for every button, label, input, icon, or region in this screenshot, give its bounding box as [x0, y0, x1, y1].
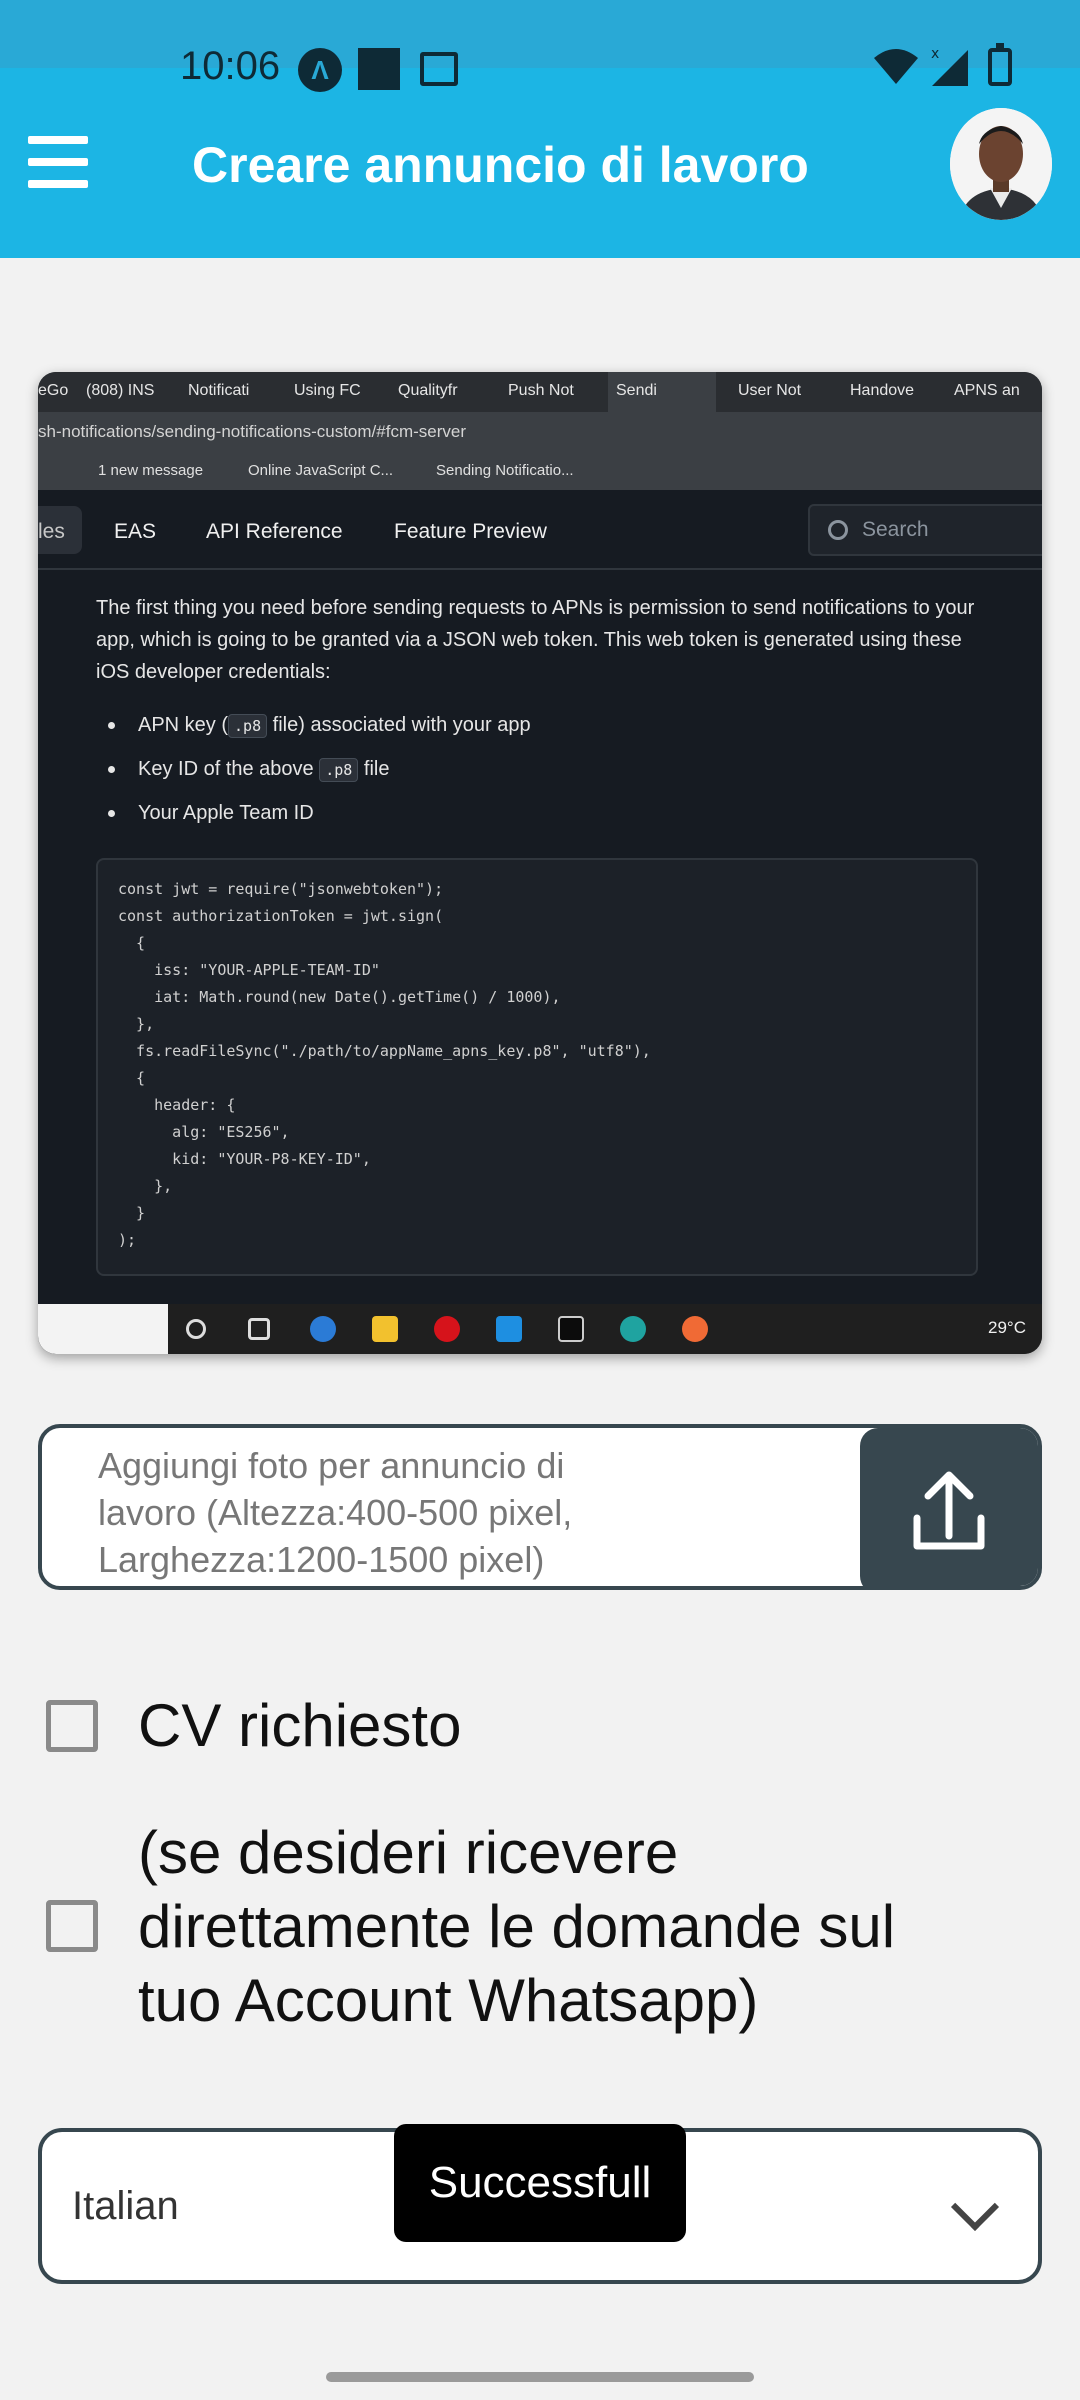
upload-button[interactable] [860, 1428, 1038, 1586]
vscode-icon [496, 1316, 522, 1342]
terminal-icon [558, 1316, 584, 1342]
docs-nav-item: Feature Preview [394, 520, 547, 543]
docs-nav-item: EAS [114, 520, 157, 543]
docs-bullet: APN key (.p8 file) associated with your … [96, 710, 996, 740]
bullet-text: file) associated with your app [267, 714, 531, 736]
cv-required-checkbox[interactable] [46, 1700, 98, 1752]
file-explorer-icon [372, 1316, 398, 1342]
browser-tab-strip: eGo (808) INS Notificati Using FC Qualit… [38, 372, 1042, 412]
code-line: { [118, 934, 146, 952]
cortana-icon [186, 1319, 206, 1339]
browser-tab: Push Not [508, 382, 574, 399]
edge-icon [620, 1316, 646, 1342]
app-header: 10:06 Λ x Creare annuncio di lavoro [0, 0, 1080, 258]
code-line: ); [118, 1231, 137, 1249]
docs-nav-active: les [38, 506, 82, 554]
docs-navigation: les EAS API Reference Feature Preview Se… [38, 490, 1042, 570]
bullet-text: APN key ( [138, 714, 229, 736]
success-toast: Successfull [394, 2124, 686, 2242]
square-notification-icon [358, 48, 400, 90]
browser-tab: APNS an [954, 382, 1020, 399]
browser-tab: Qualityfr [398, 382, 458, 399]
browser-tab: Handove [850, 382, 915, 399]
code-block: const jwt = require("jsonwebtoken"); cons… [96, 858, 978, 1276]
bookmark-item: 1 new message [98, 462, 204, 479]
browser-url-bar: sh-notifications/sending-notifications-c… [38, 412, 1042, 452]
inline-code: .p8 [319, 758, 359, 782]
gesture-navigation-bar [0, 2354, 1080, 2400]
code-line: iss: "YOUR-APPLE-TEAM-ID" [118, 961, 380, 979]
code-line: }, [118, 1177, 173, 1195]
code-line: header: { [118, 1096, 236, 1114]
home-indicator[interactable] [326, 2372, 754, 2382]
docs-nav-item: API Reference [206, 520, 343, 543]
page-title: Creare annuncio di lavoro [192, 137, 809, 193]
code-line: }, [118, 1015, 155, 1033]
opera-icon [434, 1316, 460, 1342]
windows-taskbar: 29°C [38, 1304, 1042, 1354]
avatar[interactable] [950, 108, 1052, 220]
browser-tab: eGo [38, 382, 69, 399]
code-line: kid: "YOUR-P8-KEY-ID", [118, 1150, 371, 1168]
image-notification-icon [420, 52, 458, 86]
upload-icon [913, 1471, 985, 1550]
signal-icon: x [931, 46, 968, 86]
whatsapp-label: (se desideri ricevere direttamente le do… [138, 1819, 896, 2034]
cv-required-label: CV richiesto [138, 1692, 462, 1759]
photo-upload-field[interactable]: Aggiungi foto per annuncio di lavoro (Al… [38, 1424, 1042, 1590]
browser-tab: Using FC [294, 382, 361, 399]
code-line: alg: "ES256", [118, 1123, 290, 1141]
taskbar-search-area [38, 1304, 168, 1354]
docs-paragraph: The first thing you need before sending … [96, 597, 975, 683]
docs-bullet: Key ID of the above .p8 file [96, 754, 996, 784]
store-icon [310, 1316, 336, 1342]
docs-search-placeholder: Search [862, 518, 929, 541]
docs-bullet-list: APN key (.p8 file) associated with your … [96, 710, 996, 842]
docs-search: Search [808, 504, 1042, 556]
chevron-down-icon [950, 2182, 1000, 2232]
menu-button[interactable] [28, 136, 88, 188]
browser-tab: (808) INS [86, 382, 155, 399]
bullet-text: file [358, 758, 390, 780]
code-line: const jwt = require("jsonwebtoken"); [118, 880, 444, 898]
bullet-text: Key ID of the above [138, 758, 320, 780]
app-notification-icon: Λ [298, 48, 342, 92]
browser-tab: User Not [738, 382, 802, 399]
docs-bullet: Your Apple Team ID [96, 798, 996, 828]
browser-tab-active: Sendi [608, 372, 716, 412]
search-icon [828, 520, 848, 540]
uploaded-screenshot-preview: eGo (808) INS Notificati Using FC Qualit… [38, 372, 1042, 1354]
code-line: iat: Math.round(new Date().getTime() / 1… [118, 988, 561, 1006]
battery-icon [988, 43, 1012, 86]
avatar-image [950, 108, 1052, 220]
bookmark-item: Sending Notificatio... [436, 462, 574, 479]
bullet-text: Your Apple Team ID [138, 802, 314, 824]
svg-text:x: x [931, 46, 939, 62]
wifi-icon [874, 49, 918, 84]
code-line: fs.readFileSync("./path/to/appName_apns_… [118, 1042, 651, 1060]
code-line: } [118, 1204, 146, 1222]
upload-placeholder: Aggiungi foto per annuncio di lavoro (Al… [98, 1445, 573, 1580]
inline-code: .p8 [228, 714, 268, 738]
postman-icon [682, 1316, 708, 1342]
whatsapp-checkbox[interactable] [46, 1900, 98, 1952]
status-time: 10:06 [180, 44, 281, 88]
bookmarks-bar: 1 new message Online JavaScript C... Sen… [38, 452, 1042, 490]
code-line: { [118, 1069, 146, 1087]
bookmark-item: Online JavaScript C... [248, 462, 394, 479]
code-line: const authorizationToken = jwt.sign( [118, 907, 444, 925]
language-select-value: Italian [72, 2184, 179, 2228]
taskbar-weather: 29°C [988, 1318, 1026, 1337]
browser-tab-label: Sendi [616, 382, 657, 399]
task-view-icon [248, 1318, 270, 1340]
browser-tab: Notificati [188, 382, 250, 399]
